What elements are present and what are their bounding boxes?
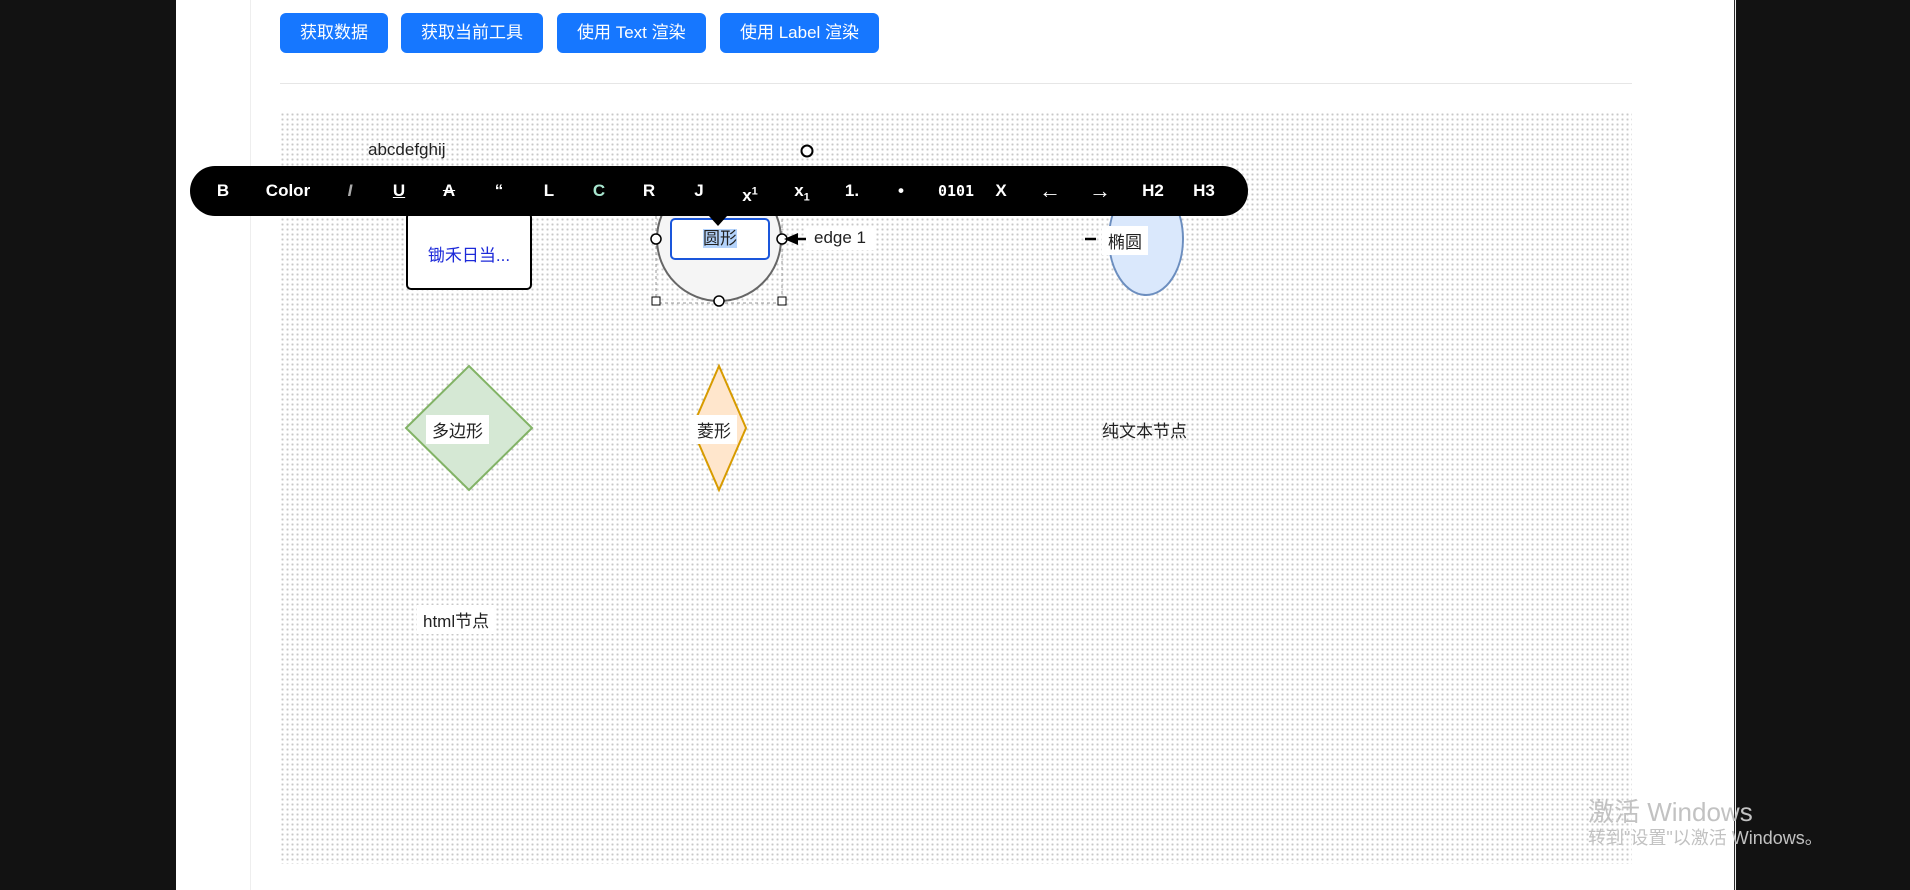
superscript-button[interactable]: x1: [735, 166, 765, 216]
align-right-button[interactable]: R: [638, 166, 660, 216]
ellipse-node-label[interactable]: 椭圆: [1102, 226, 1148, 255]
bold-button[interactable]: B: [210, 166, 236, 216]
underline-button[interactable]: U: [388, 166, 410, 216]
undo-arrow-icon[interactable]: ←: [1035, 166, 1065, 216]
blockquote-button[interactable]: “: [488, 166, 510, 216]
resize-handle-br[interactable]: [777, 296, 787, 306]
anchor-bottom[interactable]: [713, 295, 725, 307]
windows-activation-subtitle: 转到"设置"以激活 Windows。: [1588, 828, 1823, 848]
toolbar-pointer: [709, 216, 727, 226]
subscript-button[interactable]: x1: [787, 166, 817, 216]
get-data-button[interactable]: 获取数据: [280, 13, 388, 53]
resize-handle-bl[interactable]: [651, 296, 661, 306]
rich-text-toolbar: B Color I U A “ L C R J x1 x1 1. • 0101 …: [190, 166, 1248, 216]
strikethrough-button[interactable]: A: [438, 166, 460, 216]
divider: [280, 83, 1632, 84]
align-left-button[interactable]: L: [538, 166, 560, 216]
redo-arrow-icon[interactable]: →: [1085, 166, 1115, 216]
color-button[interactable]: Color: [260, 166, 316, 216]
rotate-handle[interactable]: [800, 144, 814, 158]
html-node[interactable]: html节点: [417, 605, 496, 634]
superscript-label: x1: [742, 185, 758, 205]
shapes-layer: [404, 144, 1184, 493]
justify-button[interactable]: J: [688, 166, 710, 216]
graph-canvas[interactable]: abcdefghij 锄禾日当... edge 1 椭圆 多边形 菱形 纯文本节…: [280, 112, 1632, 864]
italic-button[interactable]: I: [340, 166, 360, 216]
anchor-left[interactable]: [650, 233, 662, 245]
edge-arrowhead: [784, 233, 798, 245]
right-dark-panel: [1734, 0, 1910, 890]
align-center-button[interactable]: C: [588, 166, 610, 216]
get-current-tool-button[interactable]: 获取当前工具: [401, 13, 543, 53]
edge-1-label[interactable]: edge 1: [806, 226, 874, 250]
subscript-label: x1: [794, 181, 810, 204]
render-with-text-button[interactable]: 使用 Text 渲染: [557, 13, 706, 53]
polygon-node-label[interactable]: 多边形: [426, 415, 489, 444]
ordered-list-button[interactable]: 1.: [839, 166, 865, 216]
clear-format-button[interactable]: X: [990, 166, 1012, 216]
heading-2-button[interactable]: H2: [1138, 166, 1168, 216]
text-node[interactable]: 纯文本节点: [1102, 417, 1187, 442]
bullet-list-button[interactable]: •: [890, 166, 912, 216]
left-dark-panel: [0, 0, 177, 890]
render-with-label-button[interactable]: 使用 Label 渲染: [720, 13, 880, 53]
code-button[interactable]: 0101: [931, 166, 981, 216]
heading-3-button[interactable]: H3: [1189, 166, 1219, 216]
main-page: 获取数据 获取当前工具 使用 Text 渲染 使用 Label 渲染 abcde…: [176, 0, 1736, 890]
circle-node-label: 圆形: [703, 229, 737, 248]
rhombus-node-label[interactable]: 菱形: [691, 415, 737, 444]
